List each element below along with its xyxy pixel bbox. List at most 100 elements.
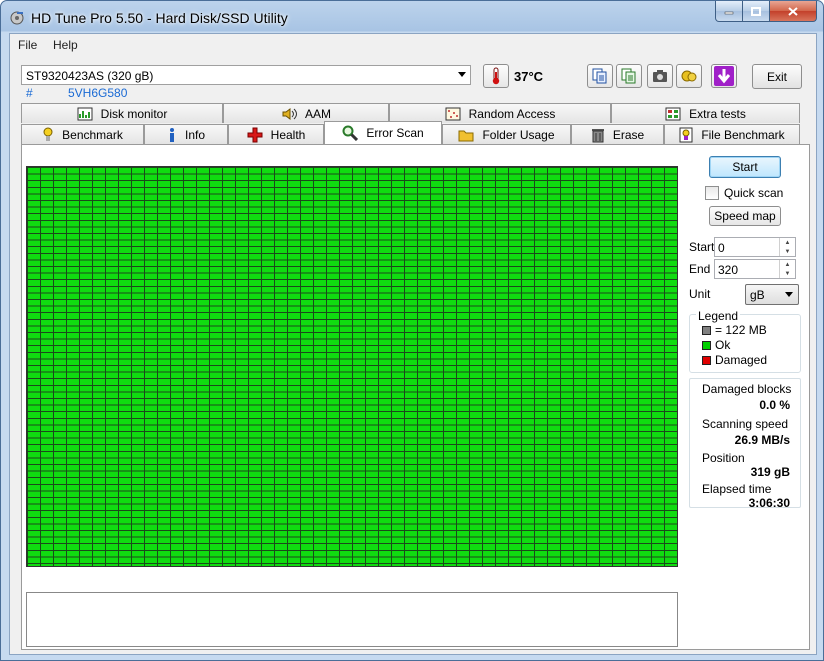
client-area: File Help ST9320423AS (320 gB) # 5VH6G58… bbox=[9, 33, 817, 655]
close-button[interactable] bbox=[770, 1, 817, 22]
app-icon bbox=[10, 11, 24, 25]
unit-select[interactable]: gB bbox=[745, 284, 799, 305]
scanning-speed-label: Scanning speed bbox=[702, 417, 789, 431]
tab-aam[interactable]: AAM bbox=[223, 103, 389, 123]
temperature-button[interactable] bbox=[483, 64, 509, 88]
scanning-speed-value: 26.9 MB/s bbox=[734, 433, 790, 447]
unit-label: Unit bbox=[689, 287, 711, 301]
file-benchmark-icon bbox=[679, 127, 693, 142]
spin-up-icon[interactable]: ▲ bbox=[780, 260, 795, 269]
drive-select[interactable]: ST9320423AS (320 gB) bbox=[21, 65, 471, 85]
tab-label: Health bbox=[270, 127, 306, 142]
menu-help[interactable]: Help bbox=[53, 38, 78, 52]
benchmark-icon bbox=[43, 127, 53, 141]
tab-extra-tests[interactable]: Extra tests bbox=[611, 103, 800, 123]
tab-label: Erase bbox=[612, 127, 645, 142]
tab-label: AAM bbox=[304, 106, 331, 121]
download-arrow-icon bbox=[714, 66, 734, 86]
tab-label: Disk monitor bbox=[100, 106, 168, 121]
damaged-blocks-value: 0.0 % bbox=[759, 398, 790, 412]
menu-file[interactable]: File bbox=[18, 38, 37, 52]
extra-tests-icon bbox=[665, 107, 681, 120]
tab-row-top: Disk monitor AAM Random Access Extra tes… bbox=[21, 103, 810, 123]
damaged-label: Damaged bbox=[715, 353, 768, 367]
spin-down-icon[interactable]: ▼ bbox=[780, 247, 795, 256]
maximize-button[interactable] bbox=[743, 1, 770, 22]
unit-select-value: gB bbox=[750, 288, 765, 302]
tab-label: Benchmark bbox=[62, 127, 123, 142]
tab-disk-monitor[interactable]: Disk monitor bbox=[21, 103, 223, 123]
trash-icon bbox=[591, 128, 604, 142]
scan-block-grid bbox=[26, 166, 678, 567]
tab-label: Extra tests bbox=[689, 106, 746, 121]
health-icon bbox=[247, 127, 263, 142]
ok-swatch bbox=[702, 340, 711, 350]
copy-info-button[interactable] bbox=[587, 64, 613, 88]
app-window: HD Tune Pro 5.50 - Hard Disk/SSD Utility… bbox=[0, 0, 824, 661]
save-button[interactable] bbox=[711, 64, 737, 88]
ok-label: Ok bbox=[715, 338, 731, 352]
tab-label: Info bbox=[184, 127, 205, 142]
window-title: HD Tune Pro 5.50 - Hard Disk/SSD Utility bbox=[31, 10, 288, 26]
screenshot-button[interactable] bbox=[647, 64, 673, 88]
temperature-value: 37°C bbox=[514, 69, 544, 84]
tab-file-benchmark[interactable]: File Benchmark bbox=[664, 124, 800, 144]
spin-up-icon[interactable]: ▲ bbox=[780, 238, 795, 247]
chevron-down-icon bbox=[458, 72, 466, 77]
tab-erase[interactable]: Erase bbox=[571, 124, 664, 144]
elapsed-time-value: 3:06:30 bbox=[748, 496, 790, 510]
maximize-icon bbox=[751, 6, 761, 16]
spin-down-icon[interactable]: ▼ bbox=[780, 269, 795, 278]
scan-log-area[interactable] bbox=[26, 592, 678, 647]
legend-title: Legend bbox=[696, 309, 741, 323]
end-spinbox-value: 320 bbox=[718, 263, 739, 277]
copy-all-icon bbox=[621, 68, 636, 84]
exit-button[interactable]: Exit bbox=[752, 64, 802, 89]
tab-health[interactable]: Health bbox=[228, 124, 324, 144]
position-value: 319 gB bbox=[750, 465, 790, 479]
title-bar[interactable]: HD Tune Pro 5.50 - Hard Disk/SSD Utility bbox=[1, 1, 823, 33]
tab-benchmark[interactable]: Benchmark bbox=[21, 124, 144, 144]
error-scan-panel: Start Quick scan Speed map Start 0 ▲ ▼ En… bbox=[21, 144, 810, 650]
menu-bar: File Help bbox=[10, 34, 816, 56]
serial-number: 5VH6G580 bbox=[68, 86, 128, 100]
minimize-icon bbox=[724, 11, 734, 15]
end-field-label: End bbox=[689, 262, 711, 276]
copy-icon bbox=[592, 68, 607, 84]
thermometer-icon bbox=[492, 67, 500, 85]
quick-scan-checkbox[interactable]: Quick scan bbox=[705, 186, 783, 200]
random-access-icon bbox=[445, 107, 461, 120]
tab-info[interactable]: Info bbox=[144, 124, 228, 144]
magnifier-icon bbox=[342, 125, 359, 141]
stats-box: Damaged blocks 0.0 % Scanning speed 26.9… bbox=[689, 378, 801, 510]
position-label: Position bbox=[702, 451, 745, 465]
chevron-down-icon bbox=[785, 292, 793, 297]
camera-icon bbox=[653, 70, 667, 82]
end-spinbox[interactable]: 320 ▲ ▼ bbox=[714, 259, 796, 279]
copy-all-button[interactable] bbox=[616, 64, 642, 88]
start-spinbox[interactable]: 0 ▲ ▼ bbox=[714, 237, 796, 257]
speaker-icon bbox=[282, 107, 297, 120]
serial-prefix: # bbox=[26, 86, 33, 100]
checkbox-box[interactable] bbox=[705, 186, 719, 200]
tab-row-bottom: Benchmark Info Health Error Scan Folder … bbox=[21, 121, 810, 144]
start-field-label: Start bbox=[689, 240, 715, 254]
legend-box: Legend = 122 MB Ok Damaged bbox=[689, 309, 801, 373]
tab-random-access[interactable]: Random Access bbox=[389, 103, 611, 123]
elapsed-time-label: Elapsed time bbox=[702, 482, 772, 496]
options-button[interactable] bbox=[676, 64, 702, 88]
minimize-button[interactable] bbox=[715, 1, 743, 22]
block-swatch bbox=[702, 325, 711, 335]
start-spinbox-value: 0 bbox=[718, 241, 725, 255]
start-button[interactable]: Start bbox=[709, 156, 781, 178]
disk-monitor-icon bbox=[77, 107, 93, 120]
tab-error-scan[interactable]: Error Scan bbox=[324, 121, 442, 144]
info-icon bbox=[169, 127, 174, 142]
speed-map-button[interactable]: Speed map bbox=[709, 206, 781, 226]
close-icon bbox=[788, 6, 798, 16]
tab-label: Folder Usage bbox=[482, 127, 555, 142]
damaged-blocks-label: Damaged blocks bbox=[702, 382, 792, 396]
tab-folder-usage[interactable]: Folder Usage bbox=[442, 124, 571, 144]
tab-label: Random Access bbox=[468, 106, 556, 121]
options-icon bbox=[681, 70, 697, 82]
